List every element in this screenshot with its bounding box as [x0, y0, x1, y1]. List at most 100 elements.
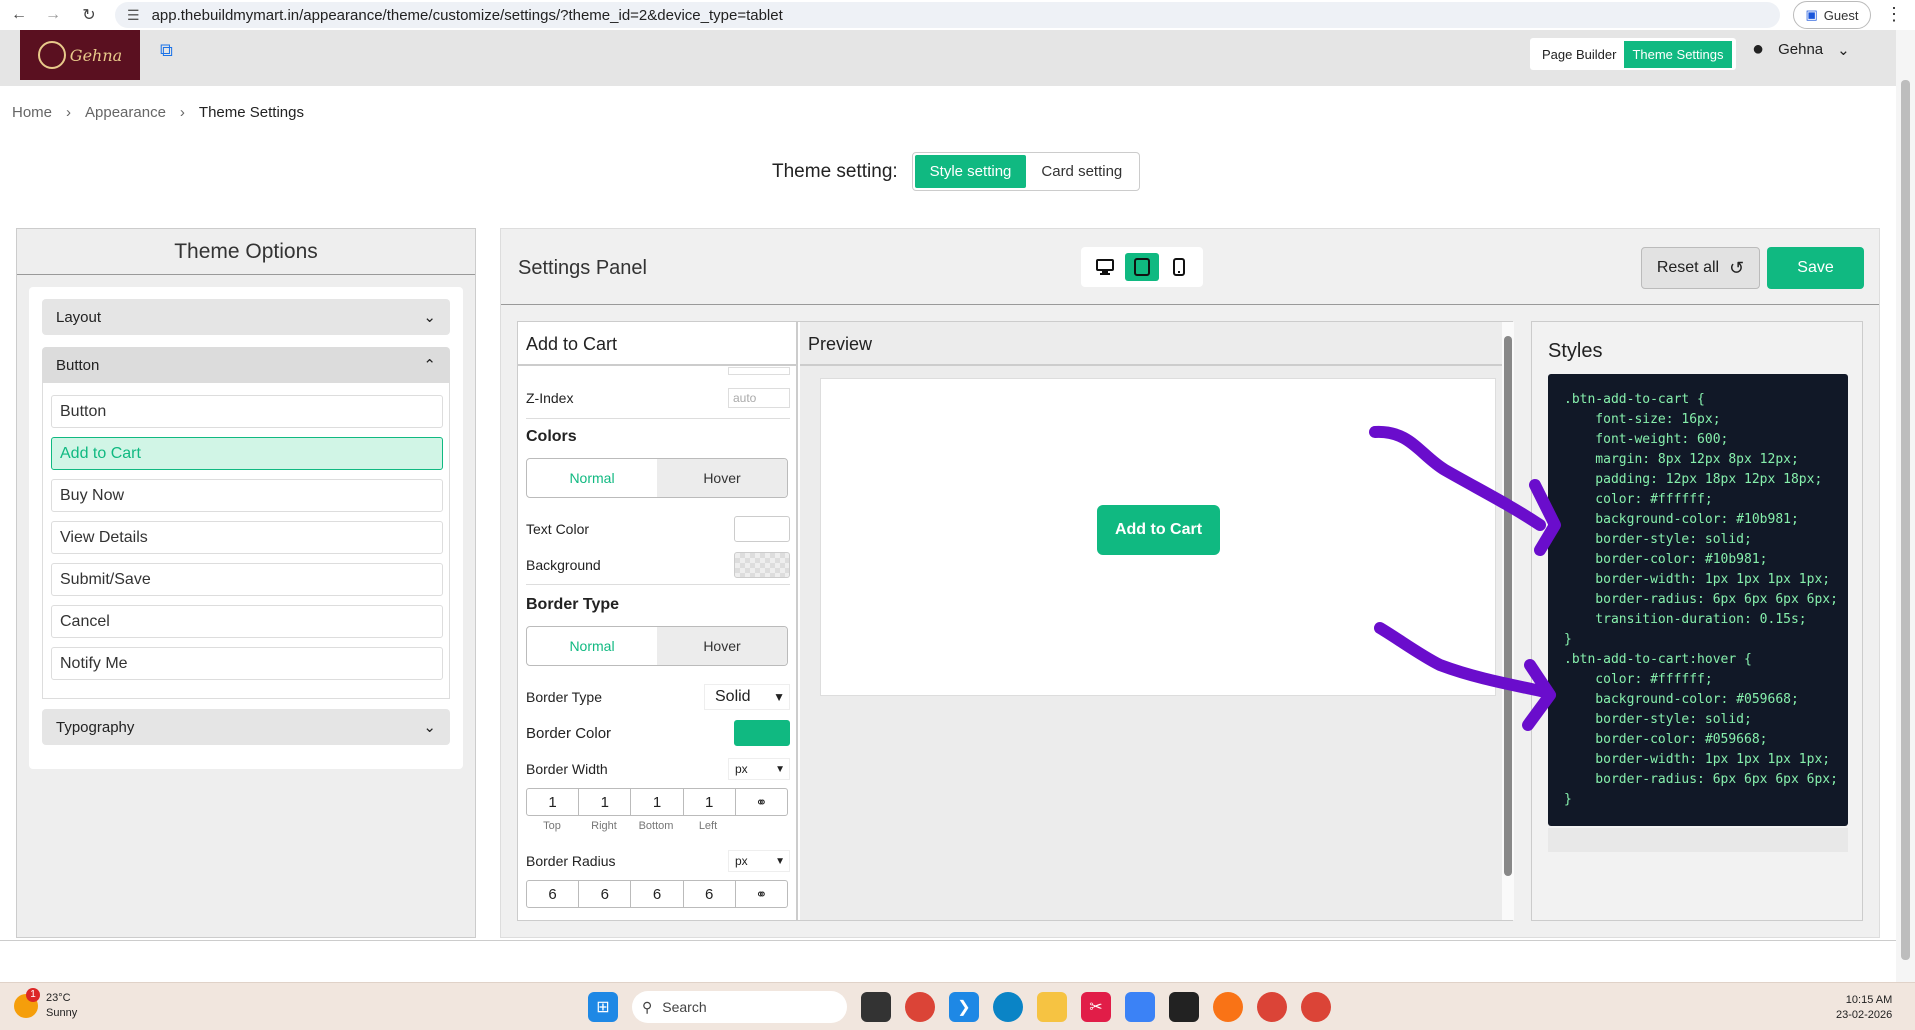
chrome-icon[interactable]: [1301, 992, 1331, 1022]
css-code-block: .btn-add-to-cart { font-size: 16px; font…: [1548, 374, 1848, 826]
background-swatch[interactable]: [734, 552, 790, 578]
border-radius-left-input[interactable]: 6: [684, 881, 736, 907]
border-radius-top-input[interactable]: 6: [527, 881, 580, 907]
link-icon[interactable]: ⚭: [736, 881, 787, 907]
address-bar[interactable]: ☰ app.thebuildmymart.in/appearance/theme…: [115, 2, 1780, 28]
border-width-right-input[interactable]: 1: [579, 789, 632, 815]
accordion-layout[interactable]: Layout ⌄: [42, 299, 450, 335]
brand-logo[interactable]: Gehna: [20, 30, 140, 80]
tab-page-builder[interactable]: Page Builder: [1534, 41, 1624, 68]
accordion-button[interactable]: Button ⌃: [42, 347, 450, 383]
browser-menu-icon[interactable]: ⋮: [1885, 4, 1903, 25]
border-type-section-title: Border Type: [526, 596, 620, 613]
editor-scrollbar[interactable]: [1502, 322, 1514, 920]
breadcrumb-home[interactable]: Home: [12, 104, 52, 121]
chevron-down-icon: ⌄: [423, 719, 436, 736]
border-type-select[interactable]: Solid ▼: [704, 684, 790, 710]
border-width-unit-select[interactable]: px ▼: [728, 758, 790, 780]
tablet-icon[interactable]: [1124, 253, 1159, 281]
save-button[interactable]: Save: [1767, 247, 1864, 289]
reload-icon[interactable]: ↻: [76, 2, 102, 28]
preview-title: Preview: [800, 322, 1502, 366]
site-info-icon[interactable]: ☰: [127, 7, 140, 24]
width-input[interactable]: [728, 367, 790, 375]
option-view-details[interactable]: View Details: [51, 521, 443, 554]
editor-title: Add to Cart: [518, 322, 796, 366]
reset-all-button[interactable]: Reset all ↺: [1641, 247, 1760, 289]
taskbar-apps: ⊞ ⚲ Search ❯ ✂: [588, 991, 1331, 1023]
code-footer: [1548, 828, 1848, 852]
sun-icon: 1: [14, 988, 40, 1018]
breadcrumb-appearance[interactable]: Appearance: [85, 104, 166, 121]
style-setting-button[interactable]: Style setting: [914, 155, 1027, 188]
border-hover-tab[interactable]: Hover: [657, 627, 787, 665]
system-clock[interactable]: 10:15 AM 23-02-2026: [1836, 993, 1892, 1023]
theme-setting-label: Theme setting:: [772, 160, 898, 182]
windows-start-icon[interactable]: ⊞: [588, 992, 618, 1022]
user-menu[interactable]: ● Gehna ⌄: [1752, 38, 1850, 61]
zindex-input[interactable]: auto: [728, 388, 790, 408]
page-scrollbar[interactable]: [1896, 30, 1915, 982]
link-icon[interactable]: ⚭: [736, 789, 787, 815]
zindex-label: Z-Index: [526, 390, 574, 406]
border-width-top-input[interactable]: 1: [527, 789, 580, 815]
forward-icon[interactable]: →: [40, 2, 66, 28]
option-add-to-cart[interactable]: Add to Cart: [51, 437, 443, 470]
option-notify-me[interactable]: Notify Me: [51, 647, 443, 680]
external-link-icon[interactable]: ⧉: [160, 40, 173, 61]
vscode-icon[interactable]: ❯: [949, 992, 979, 1022]
chevron-down-icon: ▼: [775, 763, 785, 775]
weather-desc: Sunny: [46, 1007, 78, 1019]
mobile-icon[interactable]: [1162, 253, 1196, 281]
tab-theme-settings[interactable]: Theme Settings: [1624, 40, 1732, 68]
border-color-label: Border Color: [526, 724, 612, 742]
task-view-icon[interactable]: [861, 992, 891, 1022]
border-width-label: Border Width: [526, 761, 608, 777]
back-icon[interactable]: ←: [6, 2, 32, 28]
colors-normal-tab[interactable]: Normal: [527, 459, 657, 497]
border-radius-unit-select[interactable]: px ▼: [728, 850, 790, 872]
file-explorer-icon[interactable]: [1037, 992, 1067, 1022]
option-button[interactable]: Button: [51, 395, 443, 428]
theme-setting-toggle: Theme setting: Style setting Card settin…: [772, 152, 1141, 191]
option-cancel[interactable]: Cancel: [51, 605, 443, 638]
text-color-row: Text Color: [526, 516, 790, 542]
border-radius-unit: px: [735, 854, 748, 868]
browser-toolbar: ← → ↻ ☰ app.thebuildmymart.in/appearance…: [0, 0, 1915, 30]
border-radius-label: Border Radius: [526, 853, 616, 869]
border-radius-right-input[interactable]: 6: [579, 881, 632, 907]
chrome-icon[interactable]: [905, 992, 935, 1022]
chevron-up-icon: ⌃: [423, 357, 436, 374]
text-color-swatch[interactable]: [734, 516, 790, 542]
preview-add-to-cart-button[interactable]: Add to Cart: [1097, 505, 1220, 555]
option-buy-now[interactable]: Buy Now: [51, 479, 443, 512]
search-icon: ⚲: [642, 998, 653, 1015]
option-submit-save[interactable]: Submit/Save: [51, 563, 443, 596]
colors-hover-tab[interactable]: Hover: [657, 459, 787, 497]
zindex-row: Z-Index auto: [526, 388, 790, 408]
edge-icon[interactable]: [993, 992, 1023, 1022]
border-width-row: Border Width px ▼: [526, 758, 790, 780]
taskbar-search[interactable]: ⚲ Search: [632, 991, 847, 1023]
colors-section-title: Colors: [526, 428, 577, 445]
profile-button[interactable]: ▣ Guest: [1793, 1, 1871, 29]
snipping-tool-icon[interactable]: ✂: [1081, 992, 1111, 1022]
border-width-left-input[interactable]: 1: [684, 789, 736, 815]
accordion-typography[interactable]: Typography ⌄: [42, 709, 450, 745]
page-scroll-thumb[interactable]: [1901, 80, 1910, 960]
reset-all-label: Reset all: [1656, 259, 1720, 276]
terminal-icon[interactable]: [1169, 992, 1199, 1022]
user-name: Gehna: [1778, 41, 1824, 58]
chrome-icon[interactable]: [1257, 992, 1287, 1022]
chevron-down-icon: ⌄: [423, 309, 436, 326]
border-radius-bottom-input[interactable]: 6: [631, 881, 684, 907]
border-width-bottom-input[interactable]: 1: [631, 789, 684, 815]
border-normal-tab[interactable]: Normal: [527, 627, 657, 665]
border-color-swatch[interactable]: [734, 720, 790, 746]
editor-scroll-thumb[interactable]: [1504, 336, 1512, 876]
notepad-icon[interactable]: [1125, 992, 1155, 1022]
postman-icon[interactable]: [1213, 992, 1243, 1022]
weather-widget[interactable]: 1 23°C Sunny: [14, 988, 78, 1021]
desktop-icon[interactable]: [1088, 253, 1122, 281]
card-setting-button[interactable]: Card setting: [1026, 155, 1137, 188]
